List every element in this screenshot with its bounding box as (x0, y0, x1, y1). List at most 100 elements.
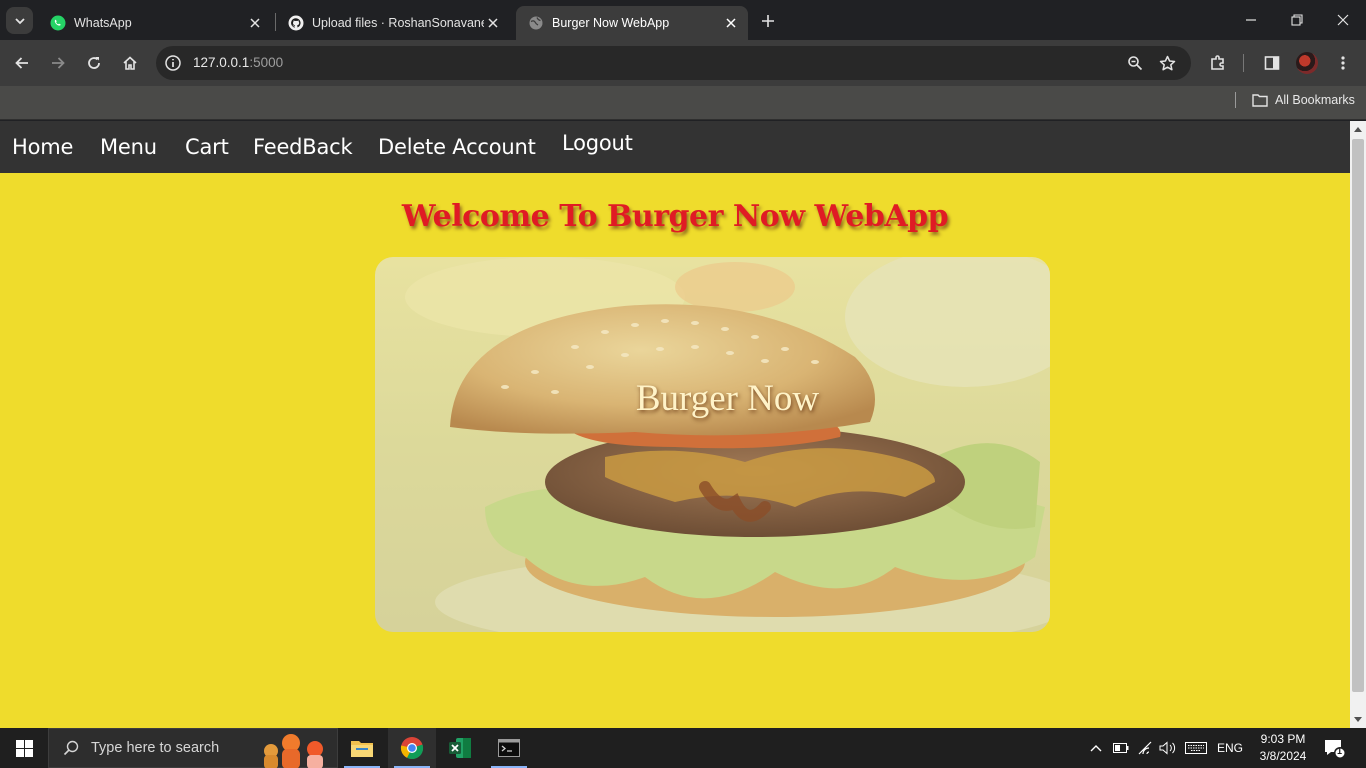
tab-title: WhatsApp (74, 16, 132, 30)
excel-icon (449, 738, 471, 758)
scroll-thumb[interactable] (1352, 139, 1364, 692)
tray-overflow-button[interactable] (1086, 728, 1106, 768)
profile-avatar[interactable] (1296, 52, 1318, 74)
url-port: :5000 (249, 55, 284, 70)
taskbar-search[interactable]: Type here to search (48, 728, 338, 768)
site-navbar: Home Menu Cart FeedBack Delete Account L… (0, 121, 1350, 173)
arrow-left-icon (15, 57, 28, 69)
terminal-icon (498, 739, 520, 757)
battery-icon (1113, 743, 1129, 753)
nav-delete-account[interactable]: Delete Account (378, 135, 536, 159)
folder-icon (1252, 94, 1268, 107)
minimize-button[interactable] (1228, 0, 1274, 40)
notification-icon (1325, 740, 1346, 759)
reload-button[interactable] (80, 49, 108, 77)
scroll-down-arrow-icon[interactable] (1354, 717, 1362, 722)
reload-icon (88, 57, 100, 69)
clock-time: 9:03 PM (1260, 732, 1306, 746)
taskbar-terminal[interactable] (485, 728, 533, 768)
taskbar-chrome[interactable] (388, 728, 436, 768)
kebab-menu-icon (1341, 56, 1345, 70)
windows-taskbar: Type here to search ENG 9:03 PM 3/8/2024 (0, 728, 1366, 768)
chrome-icon (400, 737, 424, 760)
nav-menu[interactable]: Menu (100, 135, 157, 159)
url-text[interactable]: 127.0.0.1:5000 (193, 55, 283, 70)
page-scrollbar[interactable] (1350, 121, 1366, 728)
close-icon[interactable] (246, 14, 264, 32)
nav-feedback[interactable]: FeedBack (253, 135, 353, 159)
close-icon[interactable] (722, 14, 740, 32)
bookmarks-divider (1235, 92, 1236, 108)
star-icon (1159, 55, 1175, 70)
scroll-up-arrow-icon[interactable] (1354, 127, 1362, 132)
puzzle-icon (1211, 55, 1224, 70)
github-icon (288, 15, 304, 31)
url-host: 127.0.0.1 (193, 55, 250, 70)
burger-image (375, 257, 1050, 632)
notification-count: 1 (1337, 746, 1343, 756)
tray-clock[interactable]: 9:03 PM 3/8/2024 (1250, 731, 1316, 765)
restore-button[interactable] (1274, 0, 1320, 40)
tray-volume[interactable] (1157, 728, 1179, 768)
volume-icon (1159, 741, 1176, 755)
globe-icon (528, 15, 544, 31)
minimize-icon (1246, 19, 1256, 21)
tray-language[interactable]: ENG (1212, 728, 1248, 768)
tab-search-button[interactable] (6, 7, 33, 34)
nav-home[interactable]: Home (12, 135, 73, 159)
chevron-up-icon (1090, 745, 1102, 752)
zoom-icon (1128, 56, 1143, 71)
tray-network[interactable] (1134, 728, 1156, 768)
tab-whatsapp[interactable]: WhatsApp (38, 6, 272, 40)
nav-cart[interactable]: Cart (185, 135, 229, 159)
tab-title: Upload files · RoshanSonavane/ (312, 16, 484, 30)
close-icon[interactable] (484, 14, 502, 32)
home-button[interactable] (116, 49, 144, 77)
keyboard-icon (1185, 742, 1207, 754)
taskbar-excel[interactable] (436, 728, 484, 768)
search-placeholder: Type here to search (91, 740, 220, 756)
restore-icon (1291, 14, 1303, 26)
arrow-right-icon (52, 57, 65, 69)
toolbar-divider (1243, 54, 1244, 72)
start-button[interactable] (0, 728, 48, 768)
side-panel-icon (1264, 56, 1280, 70)
hero-banner: Burger Now (375, 257, 1050, 632)
forward-button[interactable] (44, 49, 72, 77)
search-highlight-illustration-icon (264, 734, 323, 768)
plus-icon (762, 15, 774, 27)
clock-date: 3/8/2024 (1259, 749, 1307, 763)
whatsapp-icon (50, 15, 66, 31)
tray-battery[interactable] (1110, 728, 1132, 768)
tray-keyboard[interactable] (1183, 728, 1209, 768)
tab-strip: WhatsApp Upload files · RoshanSonavane/ … (0, 0, 1366, 40)
browser-menu-button[interactable] (1329, 49, 1357, 77)
windows-logo-icon (15, 739, 33, 757)
tab-github-upload[interactable]: Upload files · RoshanSonavane/ (276, 6, 510, 40)
extensions-button[interactable] (1204, 49, 1232, 77)
search-icon (63, 740, 79, 756)
taskbar-file-explorer[interactable] (338, 728, 386, 768)
tab-title: Burger Now WebApp (552, 16, 670, 30)
wifi-icon (1138, 741, 1152, 755)
notification-center-button[interactable]: 1 (1322, 736, 1346, 760)
zoom-button[interactable] (1125, 53, 1145, 73)
bookmark-star-button[interactable] (1157, 53, 1177, 73)
side-panel-button[interactable] (1258, 49, 1286, 77)
bookmarks-bar: All Bookmarks (0, 86, 1366, 120)
browser-toolbar: 127.0.0.1:5000 (0, 40, 1366, 86)
home-icon (123, 56, 137, 70)
address-bar[interactable]: 127.0.0.1:5000 (156, 46, 1191, 80)
site-info-icon[interactable] (164, 54, 182, 72)
close-window-button[interactable] (1320, 0, 1366, 40)
all-bookmarks-button[interactable]: All Bookmarks (1252, 93, 1355, 107)
hero-title: Burger Now (635, 378, 820, 419)
close-icon (1337, 14, 1349, 26)
new-tab-button[interactable] (756, 9, 780, 33)
back-button[interactable] (8, 49, 36, 77)
folder-icon (351, 741, 373, 757)
nav-logout[interactable]: Logout (562, 131, 633, 155)
chevron-down-icon (14, 17, 25, 24)
tab-burger-now[interactable]: Burger Now WebApp (516, 6, 748, 40)
all-bookmarks-label: All Bookmarks (1275, 93, 1355, 107)
